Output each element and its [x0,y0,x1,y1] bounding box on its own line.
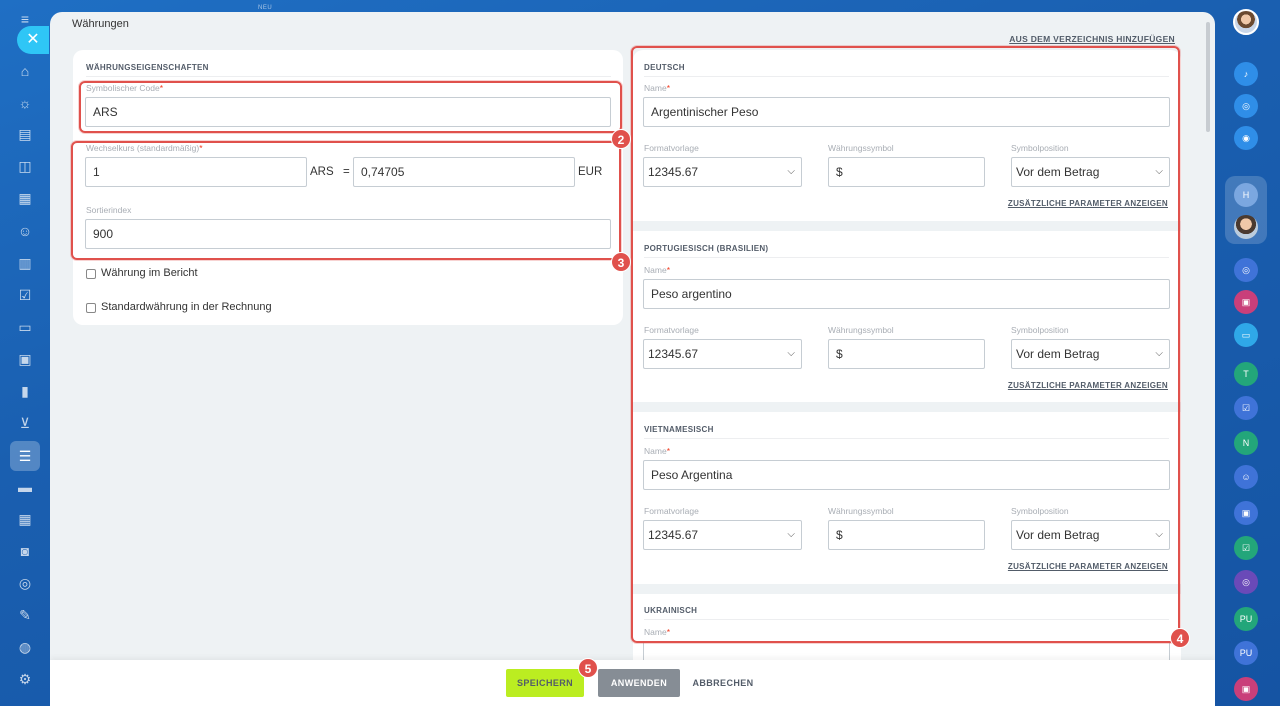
chat-avatar-t[interactable]: T [1234,362,1258,386]
invoice-checkbox[interactable] [86,303,96,313]
step-badge-5: 5 [578,658,598,678]
target-icon[interactable]: ◎ [14,572,36,594]
chat-lock-blue-icon[interactable]: ▣ [1234,501,1258,525]
analytics-icon[interactable]: ▮ [14,380,36,402]
mail-icon[interactable]: ▭ [14,316,36,338]
settings-icon[interactable]: ⚙ [14,668,36,690]
cancel-button[interactable]: ABBRECHEN [688,669,758,697]
report-checkbox-label: Währung im Bericht [101,267,198,279]
card-icon[interactable]: ▬ [14,476,36,498]
calendar-icon[interactable]: ▦ [14,187,36,209]
chat-avatar-pu-2[interactable]: PU [1234,641,1258,665]
step-badge-4: 4 [1170,628,1190,648]
cart-icon[interactable]: ⊻ [14,412,36,434]
scrollbar[interactable] [1206,22,1210,132]
documents-icon[interactable]: ▥ [14,252,36,274]
currency-edit-panel: Währungen AUS DEM VERZEICHNIS HINZUFÜGEN… [50,12,1215,706]
chat-avatar-pu[interactable]: PU [1234,607,1258,631]
right-sidebar: ♪ ◎ ◉ H ◎ ▣ ▭ T ☑ N ☺ ▣ ☑ ◎ PU PU ▣ [1216,0,1280,706]
checklist-icon[interactable]: ☑ [14,284,36,306]
divider [86,76,611,77]
invoice-checkbox-label: Standardwährung in der Rechnung [101,301,272,313]
chat-group-icon[interactable]: ☺ [1234,465,1258,489]
close-slider-button[interactable]: ✕ [17,26,49,54]
highlight-exchange-rate [71,141,621,260]
step-badge-2: 2 [611,129,631,149]
chat-avatar-h[interactable]: H [1234,183,1258,207]
tasks-icon[interactable]: ▤ [14,123,36,145]
robot-icon[interactable]: ◙ [14,540,36,562]
form-footer: SPEICHERN ANWENDEN ABBRECHEN [50,660,1215,706]
chat-icon[interactable]: ◫ [14,155,36,177]
chat-channel-icon[interactable]: ◎ [1234,570,1258,594]
search-chat-icon[interactable]: ◉ [1234,126,1258,150]
report-checkbox[interactable] [86,269,96,279]
highlight-symbolic-code [79,81,622,133]
properties-section-title: WÄHRUNGSEIGENSCHAFTEN [86,63,209,72]
chat-check-green-icon[interactable]: ☑ [1234,536,1258,560]
edit-icon[interactable]: ✎ [14,604,36,626]
chat-lock-pink-icon[interactable]: ▣ [1234,677,1258,701]
chat-avatar-person[interactable] [1234,215,1258,239]
save-button[interactable]: SPEICHERN [506,669,584,697]
apply-button[interactable]: ANWENDEN [598,669,680,697]
left-sidebar: ≡ ✕ ⌂ ☼ ▤ ◫ ▦ ☺ ▥ ☑ ▭ ▣ ▮ ⊻ ☰ ▬ ▦ ◙ ◎ ✎ … [0,0,50,706]
users-icon[interactable]: ☺ [14,220,36,242]
planner-icon[interactable]: ▦ [14,508,36,530]
highlight-languages [631,46,1180,643]
add-from-directory-link[interactable]: AUS DEM VERZEICHNIS HINZUFÜGEN [1009,34,1175,44]
feed-icon[interactable]: ☼ [14,92,36,114]
user-avatar[interactable] [1233,9,1259,35]
filter-icon[interactable]: ☰ [14,445,36,467]
chat-openchannel-icon[interactable]: ◎ [1234,258,1258,282]
chat-lock-icon[interactable]: ▣ [1234,290,1258,314]
page-title: Währungen [72,18,129,30]
support-icon[interactable]: ◍ [14,636,36,658]
monitor-icon[interactable]: ▣ [14,348,36,370]
chat-avatar-n[interactable]: N [1234,431,1258,455]
bell-icon[interactable]: ♪ [1234,62,1258,86]
chat-check-icon[interactable]: ☑ [1234,396,1258,420]
chat-message-icon[interactable]: ▭ [1234,323,1258,347]
activity-icon[interactable]: ◎ [1234,94,1258,118]
new-tag: NEU [258,5,273,11]
home-icon[interactable]: ⌂ [14,60,36,82]
step-badge-3: 3 [611,252,631,272]
